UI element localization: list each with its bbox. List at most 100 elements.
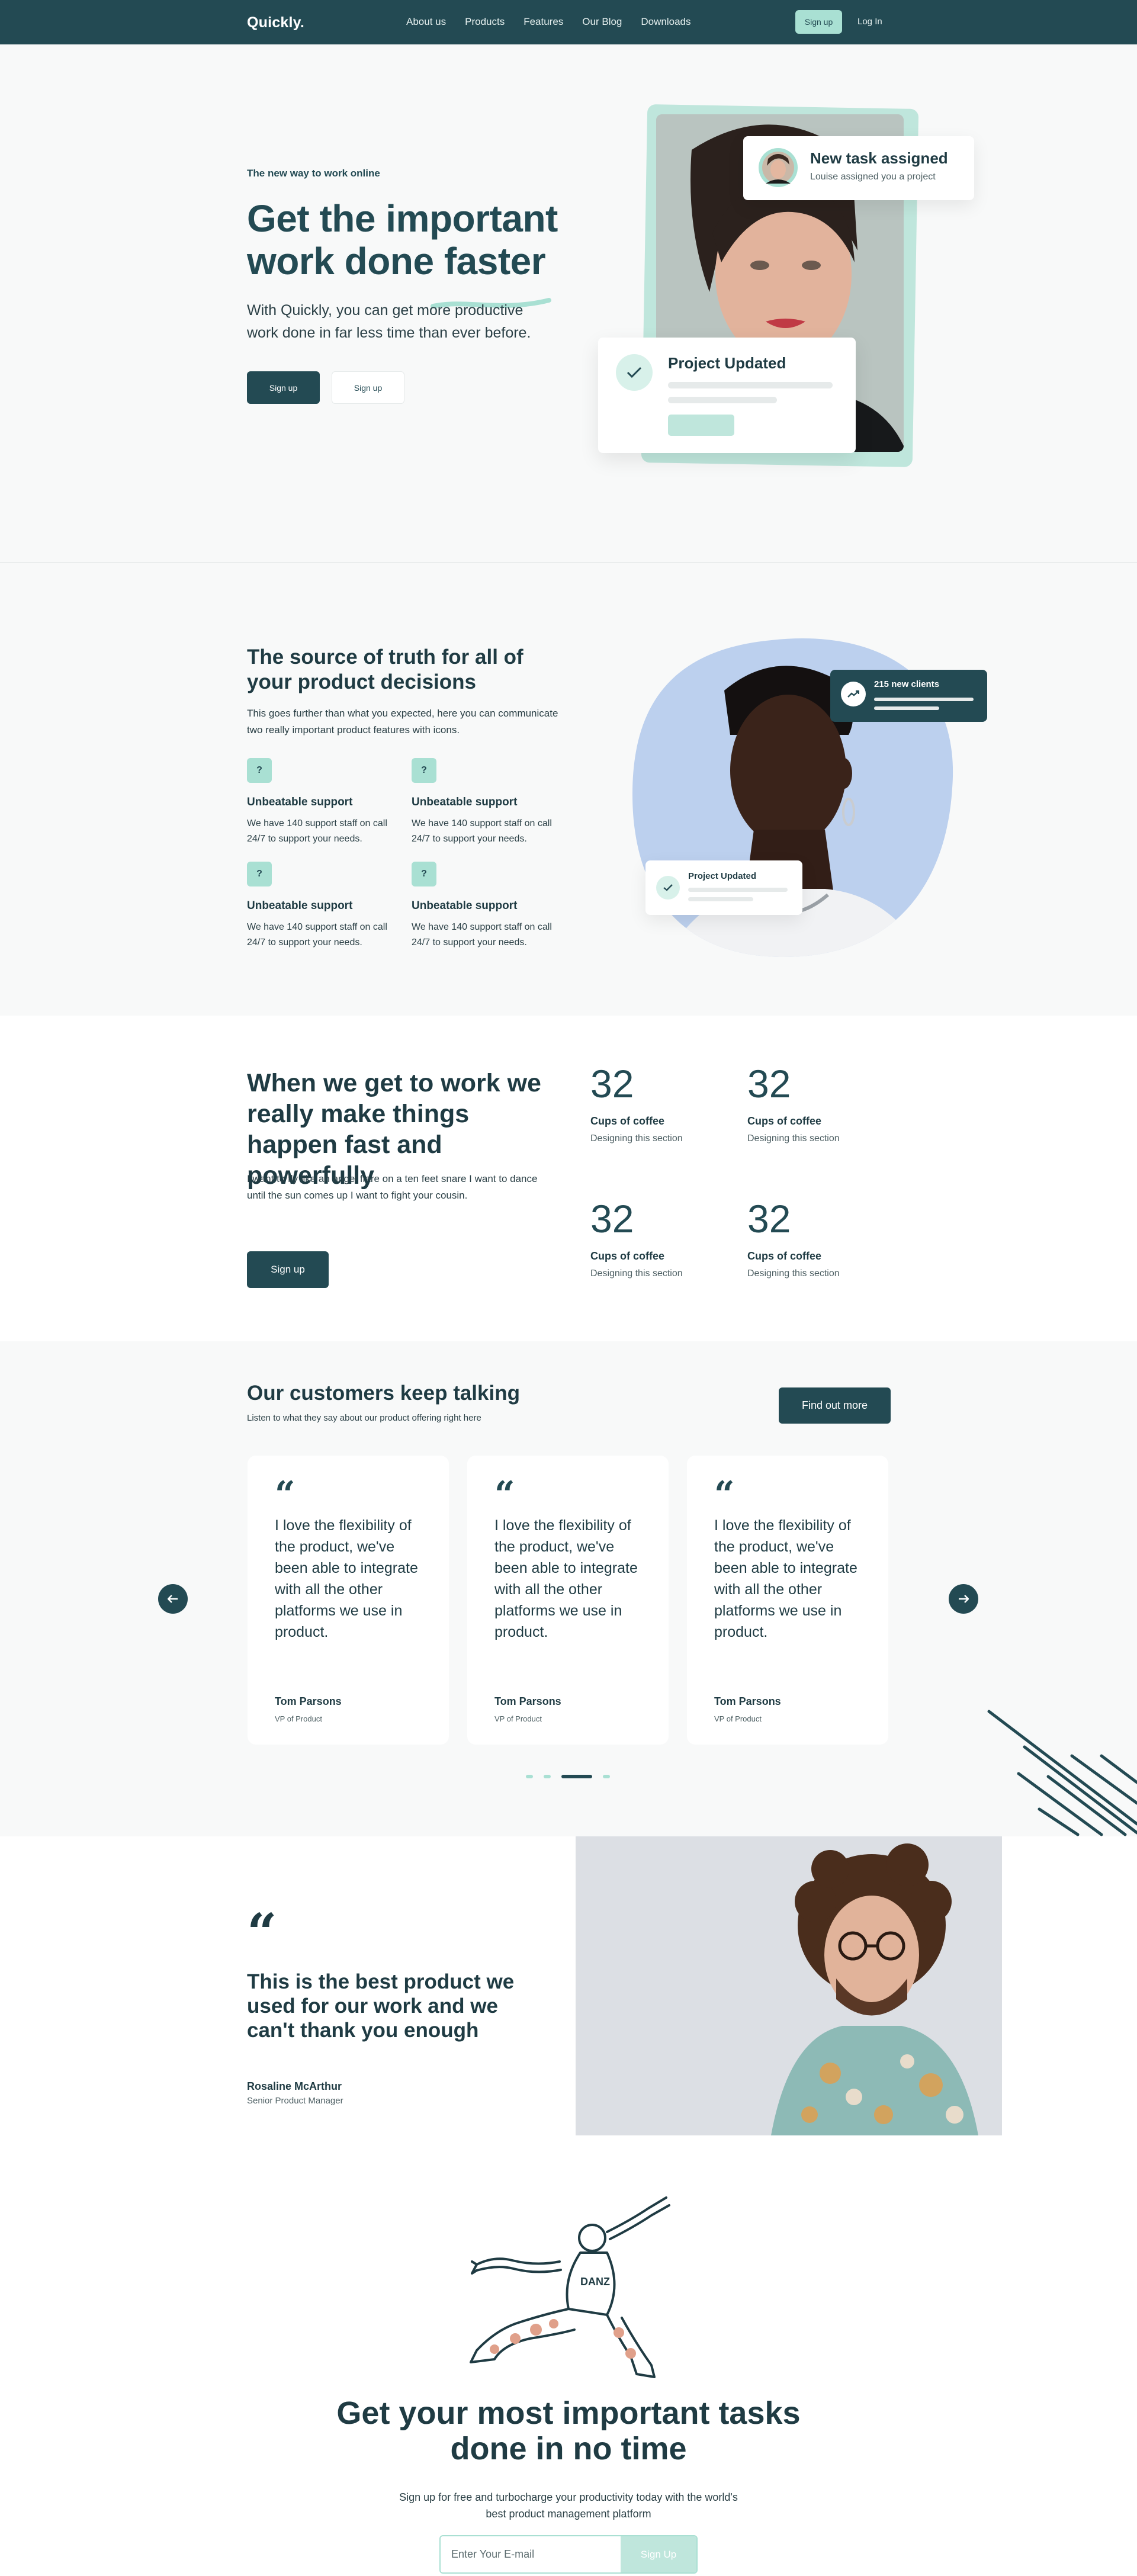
feature-title: Unbeatable support: [412, 796, 518, 808]
stat-item: 32 Cups of coffee Designing this section: [590, 1063, 709, 1144]
testimonial-card: “ I love the flexibility of the product,…: [687, 1456, 888, 1745]
carousel-dot-active[interactable]: [561, 1775, 592, 1778]
hero-signup-button[interactable]: Sign up: [247, 371, 320, 404]
placeholder-line: [688, 897, 753, 901]
carousel-next-button[interactable]: [949, 1584, 978, 1614]
task-card-title: New task assigned: [810, 149, 948, 167]
placeholder-line: [874, 706, 939, 710]
feature-item: ? Unbeatable support We have 140 support…: [247, 862, 401, 950]
feature-item: ? Unbeatable support We have 140 support…: [412, 862, 566, 950]
quote-icon: “: [247, 1902, 277, 1963]
email-input[interactable]: [441, 2536, 622, 2572]
new-clients-label: 215 new clients: [874, 679, 940, 689]
stat-item: 32 Cups of coffee Designing this section: [590, 1198, 709, 1279]
nav-login-link[interactable]: Log In: [857, 17, 882, 27]
stat-text: Designing this section: [747, 1133, 840, 1144]
feature-text: We have 140 support staff on call 24/7 t…: [247, 818, 387, 844]
arrow-left-icon: [168, 1595, 178, 1603]
testimonial-text: I love the flexibility of the product, w…: [275, 1517, 418, 1640]
stat-label: Cups of coffee: [590, 1250, 665, 1262]
check-icon: [656, 876, 680, 900]
featured-quote-name: Rosaline McArthur: [247, 2080, 342, 2092]
testimonial-role: VP of Product: [275, 1714, 322, 1723]
featured-quote-text: This is the best product we used for our…: [247, 1970, 515, 2042]
placeholder-line: [874, 698, 974, 701]
stat-item: 32 Cups of coffee Designing this section: [747, 1063, 866, 1144]
testimonials-section: Our customers keep talking Listen to wha…: [0, 1341, 1137, 1836]
feature-item: ? Unbeatable support We have 140 support…: [247, 758, 401, 847]
hero-section: The new way to work online Get the impor…: [0, 44, 1137, 563]
navbar: Quickly. About us Products Features Our …: [0, 0, 1137, 44]
testimonial-text: I love the flexibility of the product, w…: [714, 1517, 857, 1640]
stat-text: Designing this section: [590, 1268, 683, 1279]
hero-eyebrow: The new way to work online: [247, 168, 380, 179]
stats-lead: I want to fly like an angel flare on a t…: [247, 1173, 538, 1201]
features-title: The source of truth for all of your prod…: [247, 645, 523, 693]
hero-secondary-button[interactable]: Sign up: [332, 371, 404, 404]
quote-icon: “: [714, 1474, 735, 1515]
stat-label: Cups of coffee: [747, 1115, 822, 1127]
placeholder-line: [688, 888, 788, 892]
stat-text: Designing this section: [590, 1133, 683, 1144]
nav-menu: About us Products Features Our Blog Down…: [406, 16, 691, 28]
stat-value: 32: [747, 1197, 791, 1241]
nav-link-features[interactable]: Features: [523, 16, 563, 28]
help-icon: ?: [247, 758, 272, 783]
dancer-shirt-lettering: DANZ: [580, 2276, 610, 2288]
stats-signup-button[interactable]: Sign up: [247, 1251, 329, 1288]
carousel-dot[interactable]: [544, 1775, 551, 1778]
cta-text: Sign up for free and turbocharge your pr…: [399, 2491, 738, 2520]
nav-signup-button[interactable]: Sign up: [795, 10, 842, 34]
stat-label: Cups of coffee: [747, 1250, 822, 1262]
man-glasses-portrait-image: [576, 1836, 1002, 2135]
landing-page: Quickly. About us Products Features Our …: [0, 0, 1137, 2576]
stat-value: 32: [590, 1197, 634, 1241]
help-icon: ?: [412, 862, 436, 886]
feature-text: We have 140 support staff on call 24/7 t…: [247, 922, 387, 947]
new-task-card: New task assigned Louise assigned you a …: [743, 136, 974, 200]
nav-link-about[interactable]: About us: [406, 16, 446, 28]
placeholder-line: [668, 382, 833, 388]
update-card-title: Project Updated: [668, 354, 786, 372]
features-lead: This goes further than what you expected…: [247, 708, 558, 735]
stats-section: When we get to work we really make thing…: [0, 1016, 1137, 1341]
avatar: [759, 148, 798, 187]
nav-link-blog[interactable]: Our Blog: [582, 16, 622, 28]
carousel-dot[interactable]: [526, 1775, 533, 1778]
testimonial-name: Tom Parsons: [275, 1695, 342, 1707]
feature-title: Unbeatable support: [412, 900, 518, 912]
find-out-more-button[interactable]: Find out more: [779, 1387, 891, 1424]
feature-text: We have 140 support staff on call 24/7 t…: [412, 818, 552, 844]
email-signup-button[interactable]: Sign Up: [621, 2536, 696, 2572]
help-icon: ?: [412, 758, 436, 783]
hero-subtitle: With Quickly, you can get more productiv…: [247, 302, 531, 341]
logo[interactable]: Quickly.: [247, 14, 304, 31]
nav-link-downloads[interactable]: Downloads: [641, 16, 690, 28]
new-clients-chip: 215 new clients: [830, 670, 987, 722]
feature-title: Unbeatable support: [247, 900, 353, 912]
featured-quote-section: “ This is the best product we used for o…: [0, 1836, 1137, 2138]
email-signup-form: Sign Up: [439, 2535, 698, 2574]
placeholder-line: [668, 397, 777, 403]
stat-label: Cups of coffee: [590, 1115, 665, 1127]
carousel-dots: [526, 1775, 610, 1778]
features-section: The source of truth for all of your prod…: [0, 563, 1137, 1016]
testimonials-subtitle: Listen to what they say about our produc…: [247, 1413, 481, 1423]
stat-item: 32 Cups of coffee Designing this section: [747, 1198, 866, 1279]
testimonial-name: Tom Parsons: [714, 1695, 781, 1707]
placeholder-button: [668, 415, 734, 436]
carousel-dot[interactable]: [603, 1775, 610, 1778]
testimonials-title: Our customers keep talking: [247, 1382, 520, 1405]
quote-icon: “: [275, 1474, 296, 1515]
hero-title: Get the important work done faster: [247, 197, 558, 282]
cta-title: Get your most important tasks done in no…: [336, 2395, 801, 2466]
testimonial-card: “ I love the flexibility of the product,…: [248, 1456, 449, 1745]
stat-value: 32: [747, 1062, 791, 1106]
carousel-prev-button[interactable]: [158, 1584, 188, 1614]
diagonal-lines-decoration: [987, 1710, 1137, 1836]
testimonial-name: Tom Parsons: [494, 1695, 561, 1707]
dancer-illustration: DANZ: [470, 2196, 670, 2378]
featured-quote-role: Senior Product Manager: [247, 2096, 343, 2106]
project-updated-label: Project Updated: [688, 871, 757, 881]
nav-link-products[interactable]: Products: [465, 16, 505, 28]
